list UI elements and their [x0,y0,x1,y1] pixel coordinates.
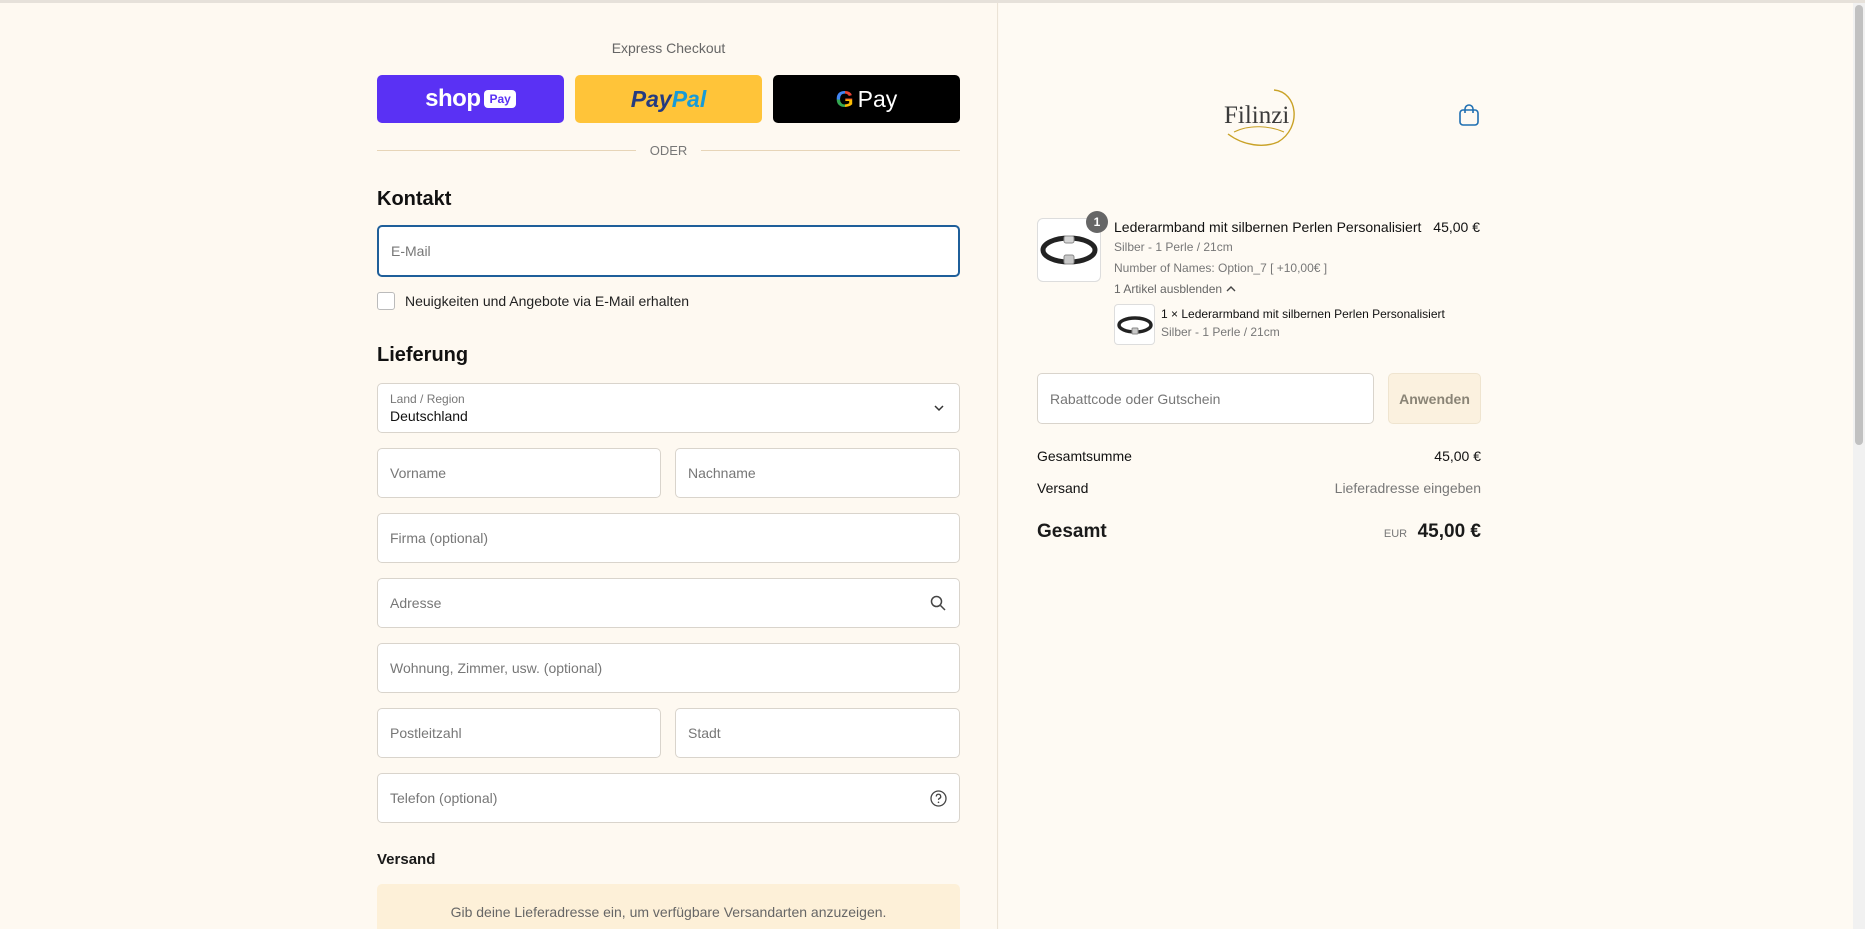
hide-items-toggle[interactable]: 1 Artikel ausblenden [1114,282,1236,296]
shipping-title: Versand [377,851,436,868]
shipping-value: Lieferadresse eingeben [1334,480,1481,496]
newsletter-checkbox[interactable] [377,292,395,310]
paypal-word-a: Pay [630,85,672,112]
apartment-placeholder: Wohnung, Zimmer, usw. (optional) [390,660,603,676]
google-pay-button[interactable]: G Pay [773,75,960,123]
google-g-icon: G [835,85,854,112]
subtotal-label: Gesamtsumme [1037,448,1132,464]
or-divider: ODER [377,141,960,159]
sub-item-name: 1 × Lederarmband mit silbernen Perlen Pe… [1161,307,1445,321]
email-placeholder: E-Mail [391,243,431,259]
logo-swoosh-icon [1227,89,1295,146]
total-value: 45,00 € [1417,521,1481,542]
express-checkout-buttons: shop Pay Pay Pal G Pay [377,75,960,123]
product-variant: Silber - 1 Perle / 21cm [1114,240,1233,254]
newsletter-row: Neuigkeiten und Angebote via E-Mail erha… [377,292,689,310]
or-divider-text: ODER [649,142,688,158]
company-input[interactable]: Firma (optional) [377,513,960,563]
shipping-note: Gib deine Lieferadresse ein, um verfügba… [377,884,960,929]
first-name-input[interactable]: Vorname [377,448,661,498]
subtotal-value: 45,00 € [1434,448,1481,464]
city-input[interactable]: Stadt [675,708,960,758]
subtotal-row: Gesamtsumme 45,00 € [1037,448,1481,464]
shipping-note-text: Gib deine Lieferadresse ein, um verfügba… [450,903,887,920]
total-row: Gesamt EUR 45,00 € [1037,521,1481,543]
bracelet-small-image-icon [1116,315,1153,334]
address-placeholder: Adresse [390,595,442,611]
address-input[interactable]: Adresse [377,578,960,628]
email-input[interactable]: E-Mail [377,225,960,277]
chevron-down-icon [933,401,945,417]
product-price: 45,00 € [1433,219,1480,235]
page-scrollbar[interactable] [1853,3,1865,929]
product-name: Lederarmband mit silbernen Perlen Person… [1114,219,1422,235]
city-placeholder: Stadt [688,725,721,741]
quantity-badge: 1 [1086,211,1108,233]
search-icon[interactable] [929,594,947,612]
newsletter-label: Neuigkeiten und Angebote via E-Mail erha… [405,293,690,309]
shipping-label: Versand [1037,480,1089,496]
last-name-placeholder: Nachname [688,465,756,481]
total-label: Gesamt [1037,521,1107,542]
country-label: Land / Region [390,392,465,406]
shop-pay-pill: Pay [484,90,516,108]
google-pay-word: Pay [857,85,898,112]
hide-items-label: 1 Artikel ausblenden [1114,282,1223,296]
sub-item-variant: Silber - 1 Perle / 21cm [1161,325,1280,339]
country-value: Deutschland [390,408,468,424]
chevron-up-icon [1226,286,1236,292]
shop-pay-button[interactable]: shop Pay [377,75,564,123]
shopping-bag-icon[interactable] [1458,103,1480,127]
postal-code-placeholder: Postleitzahl [390,725,462,741]
scrollbar-thumb[interactable] [1855,5,1863,445]
postal-code-input[interactable]: Postleitzahl [377,708,661,758]
last-name-input[interactable]: Nachname [675,448,960,498]
total-currency: EUR [1383,528,1408,540]
express-checkout-title: Express Checkout [611,40,726,56]
phone-input[interactable]: Telefon (optional) [377,773,960,823]
discount-code-input[interactable]: Rabattcode oder Gutschein [1037,373,1374,424]
country-select[interactable]: Land / Region Deutschland [377,383,960,433]
order-summary-panel [999,3,1865,929]
company-placeholder: Firma (optional) [390,530,489,546]
product-option: Number of Names: Option_7 [ +10,00€ ] [1114,261,1328,275]
sub-item-thumbnail [1114,304,1155,345]
shipping-row: Versand Lieferadresse eingeben [1037,480,1481,496]
help-circle-icon[interactable] [929,789,947,807]
phone-placeholder: Telefon (optional) [390,790,498,806]
brand-logo[interactable]: Filinzi [1220,88,1304,148]
apply-discount-button[interactable]: Anwenden [1388,373,1481,424]
discount-code-placeholder: Rabattcode oder Gutschein [1050,390,1221,407]
first-name-placeholder: Vorname [390,465,447,481]
bracelet-image-icon [1040,235,1098,265]
paypal-button[interactable]: Pay Pal [575,75,762,123]
paypal-word-b: Pal [671,85,707,112]
shop-pay-word: shop [425,85,481,112]
contact-title: Kontakt [377,188,452,210]
delivery-title: Lieferung [377,344,469,366]
apartment-input[interactable]: Wohnung, Zimmer, usw. (optional) [377,643,960,693]
